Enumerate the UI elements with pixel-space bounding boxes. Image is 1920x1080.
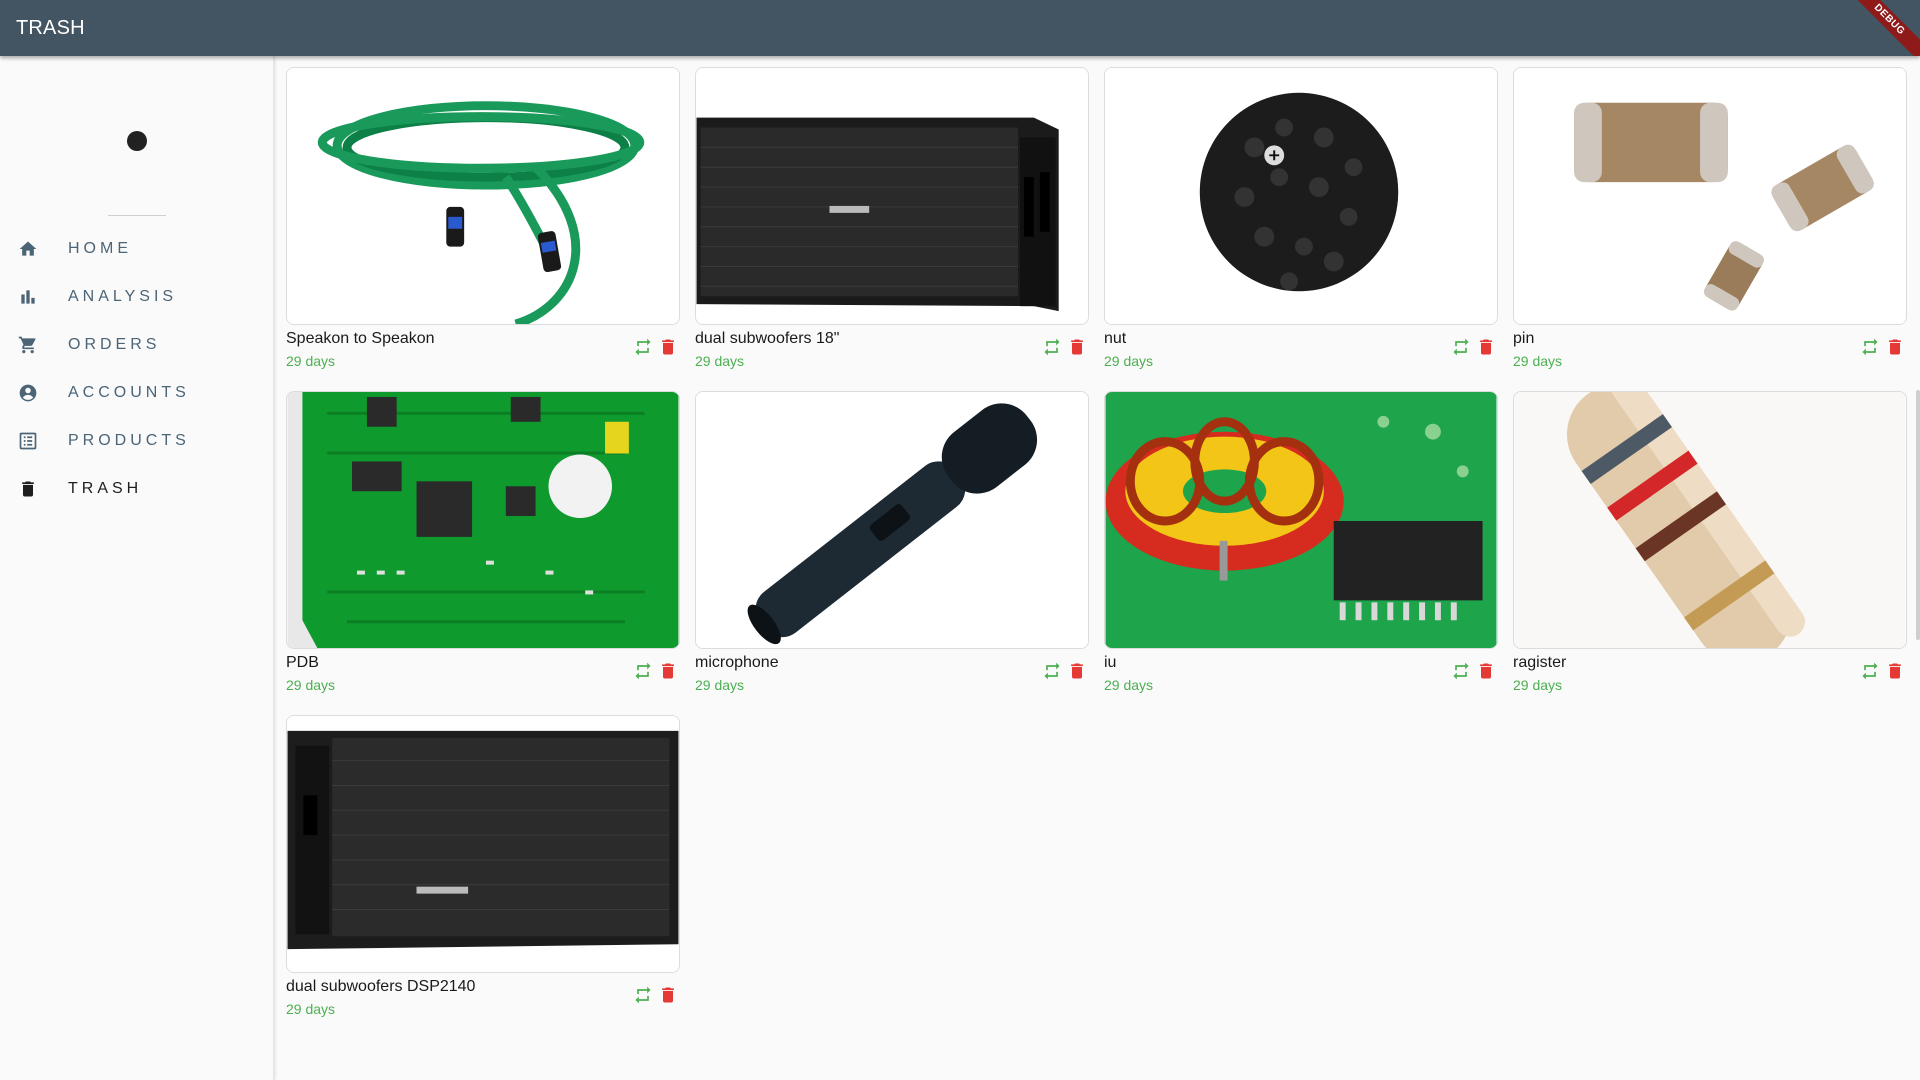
item-age: 29 days (1104, 353, 1154, 369)
sidebar-item-label: TRASH (68, 480, 143, 497)
delete-icon[interactable] (1476, 337, 1496, 357)
item-age: 29 days (1513, 353, 1563, 369)
sidebar-item-home[interactable]: HOME (0, 225, 274, 273)
item-age: 29 days (695, 353, 745, 369)
delete-icon[interactable] (1067, 337, 1087, 357)
trash-card: PDB 29 days (286, 391, 680, 705)
trash-card: ragister 29 days (1513, 391, 1907, 705)
sidebar: HOME ANALYSIS ORDERS ACCOUNTS PRODUCTS T… (0, 56, 274, 1080)
page-title: TRASH (16, 17, 85, 39)
item-name: PDB (286, 654, 319, 671)
delete-icon[interactable] (1885, 337, 1905, 357)
trash-card: pin 29 days (1513, 67, 1907, 381)
restore-icon[interactable] (1451, 661, 1471, 681)
black-screws-image (1104, 67, 1498, 325)
trash-card: Speakon to Speakon 29 days (286, 67, 680, 381)
sidebar-item-products[interactable]: PRODUCTS (0, 417, 274, 465)
smd-capacitors-image (1513, 67, 1907, 325)
delete-icon[interactable] (1067, 661, 1087, 681)
item-name: nut (1104, 330, 1127, 347)
trash-card: iu 29 days (1104, 391, 1498, 705)
delete-icon[interactable] (1476, 661, 1496, 681)
app-bar: TRASH DEBUG (0, 0, 1920, 56)
sidebar-item-accounts[interactable]: ACCOUNTS (0, 369, 274, 417)
subwoofer-image (695, 67, 1089, 325)
restore-icon[interactable] (1042, 661, 1062, 681)
item-name: dual subwoofers DSP2140 (286, 978, 476, 995)
item-name: ragister (1513, 654, 1567, 671)
trash-icon (17, 478, 39, 500)
sidebar-item-label: ACCOUNTS (68, 384, 190, 401)
debug-banner: DEBUG (1837, 0, 1920, 56)
cart-icon (17, 334, 39, 356)
sidebar-divider (108, 215, 166, 216)
item-age: 29 days (286, 1001, 336, 1017)
account-circle-icon (17, 382, 39, 404)
sidebar-item-analysis[interactable]: ANALYSIS (0, 273, 274, 321)
trash-card: nut 29 days (1104, 67, 1498, 381)
restore-icon[interactable] (1042, 337, 1062, 357)
trash-card: microphone 29 days (695, 391, 1089, 705)
home-icon (17, 238, 39, 260)
item-age: 29 days (1104, 677, 1154, 693)
sidebar-item-label: HOME (68, 240, 132, 257)
restore-icon[interactable] (633, 337, 653, 357)
delete-icon[interactable] (658, 661, 678, 681)
green-cable-image (286, 67, 680, 325)
restore-icon[interactable] (633, 985, 653, 1005)
item-name: iu (1104, 654, 1117, 671)
restore-icon[interactable] (633, 661, 653, 681)
sidebar-item-orders[interactable]: ORDERS (0, 321, 274, 369)
sidebar-item-label: ORDERS (68, 336, 161, 353)
toroid-inductor-image (1104, 391, 1498, 649)
item-name: microphone (695, 654, 779, 671)
restore-icon[interactable] (1860, 661, 1880, 681)
restore-icon[interactable] (1860, 337, 1880, 357)
sidebar-item-trash[interactable]: TRASH (0, 465, 274, 513)
item-name: dual subwoofers 18" (695, 330, 840, 347)
item-age: 29 days (286, 677, 336, 693)
trash-card: dual subwoofers DSP2140 29 days (286, 715, 680, 1029)
sidebar-item-label: ANALYSIS (68, 288, 178, 305)
subwoofer-dsp-image (286, 715, 680, 973)
item-name: Speakon to Speakon (286, 330, 435, 347)
item-age: 29 days (286, 353, 336, 369)
delete-icon[interactable] (658, 337, 678, 357)
sidebar-item-label: PRODUCTS (68, 432, 190, 449)
item-name: pin (1513, 330, 1535, 347)
scrollbar[interactable] (1916, 390, 1920, 640)
avatar[interactable] (127, 131, 147, 151)
trash-card: dual subwoofers 18" 29 days (695, 67, 1089, 381)
microphone-image (695, 391, 1089, 649)
resistor-image (1513, 391, 1907, 649)
delete-icon[interactable] (1885, 661, 1905, 681)
item-age: 29 days (1513, 677, 1563, 693)
green-pcb-image (286, 391, 680, 649)
item-age: 29 days (695, 677, 745, 693)
restore-icon[interactable] (1451, 337, 1471, 357)
list-icon (17, 430, 39, 452)
delete-icon[interactable] (658, 985, 678, 1005)
bar-chart-icon (17, 286, 39, 308)
